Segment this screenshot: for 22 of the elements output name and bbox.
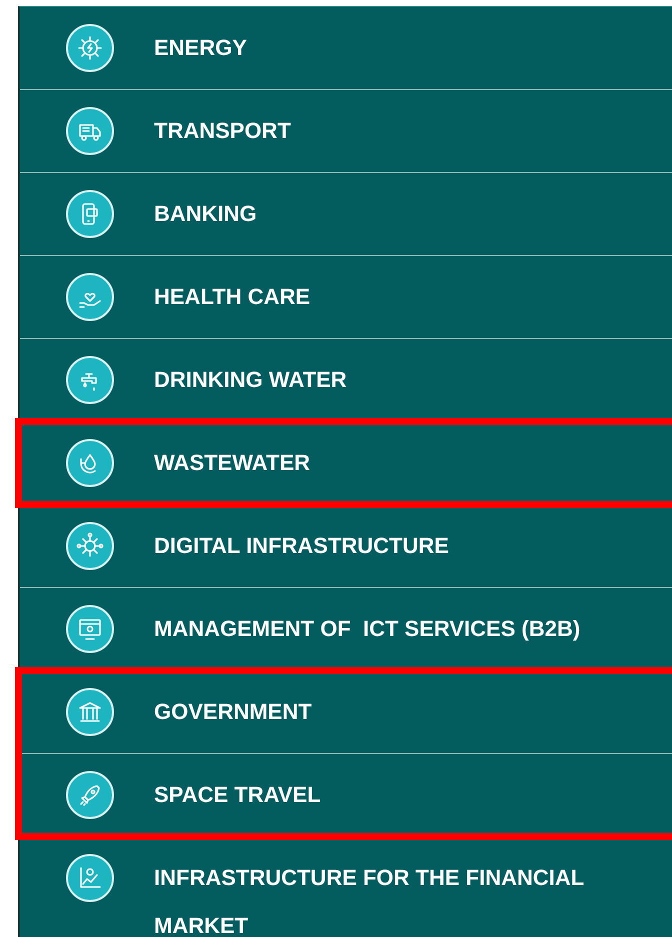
sector-link[interactable]: TRANSPORT xyxy=(20,90,672,173)
truck-icon xyxy=(66,107,114,155)
sector-link[interactable]: SPACE TRAVEL xyxy=(20,754,672,837)
bank-building-icon xyxy=(66,688,114,736)
sector-link[interactable]: BANKING xyxy=(20,173,672,256)
heart-hand-icon xyxy=(66,273,114,321)
rocket-icon xyxy=(66,771,114,819)
sector-link[interactable]: DIGITAL INFRASTRUCTURE xyxy=(20,505,672,588)
sector-link[interactable]: WASTEWATER xyxy=(20,422,672,505)
water-drop-icon xyxy=(66,439,114,487)
sector-link[interactable]: HEALTH CARE xyxy=(20,256,672,339)
chart-icon xyxy=(66,854,114,902)
sector-link[interactable]: GOVERNMENT xyxy=(20,671,672,754)
sector-link[interactable]: MANAGEMENT OF ICT SERVICES (B2B) xyxy=(20,588,672,671)
sector-link[interactable]: INFRASTRUCTURE FOR THE FINANCIAL MARKET xyxy=(20,837,672,937)
phone-card-icon xyxy=(66,190,114,238)
sector-link[interactable]: ENERGY xyxy=(20,7,672,90)
sector-link[interactable]: DRINKING WATER xyxy=(20,339,672,422)
gear-bolt-icon xyxy=(66,24,114,72)
monitor-person-icon xyxy=(66,605,114,653)
faucet-icon xyxy=(66,356,114,404)
gear-network-icon xyxy=(66,522,114,570)
